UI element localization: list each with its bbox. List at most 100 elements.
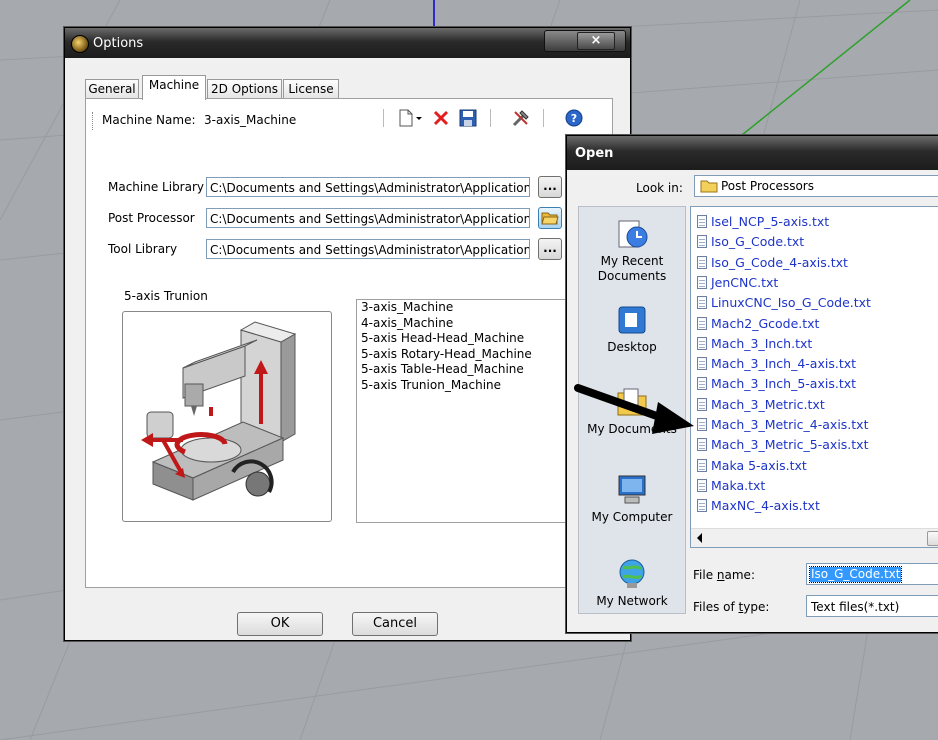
- machine-library-browse-button[interactable]: ...: [538, 176, 562, 198]
- options-client-area: General Machine 2D Options License Machi…: [69, 58, 626, 636]
- file-name: Maka 5-axis.txt: [711, 457, 807, 473]
- close-button[interactable]: ×: [577, 32, 615, 50]
- tools-icon[interactable]: [511, 108, 531, 128]
- file-list-item[interactable]: Maka 5-axis.txt: [697, 457, 807, 475]
- post-processor-field[interactable]: C:\Documents and Settings\Administrator\…: [206, 208, 530, 228]
- file-list-item[interactable]: MaxNC_4-axis.txt: [697, 497, 820, 515]
- new-document-icon[interactable]: [396, 108, 416, 128]
- tool-library-field[interactable]: C:\Documents and Settings\Administrator\…: [206, 239, 530, 259]
- place-my-computer[interactable]: My Computer: [579, 473, 685, 525]
- tab-2d-options[interactable]: 2D Options: [207, 79, 282, 99]
- folder-icon: [700, 180, 718, 193]
- text-file-icon: [697, 499, 707, 513]
- text-file-icon: [697, 357, 707, 371]
- list-item[interactable]: 5-axis Head-Head_Machine: [357, 331, 587, 347]
- look-in-value: Post Processors: [721, 179, 814, 193]
- file-list-item[interactable]: LinuxCNC_Iso_G_Code.txt: [697, 294, 871, 312]
- file-list-item[interactable]: Mach_3_Metric_4-axis.txt: [697, 416, 868, 434]
- file-list-item[interactable]: Mach_3_Metric.txt: [697, 396, 825, 414]
- toolbar-separator: [490, 109, 491, 127]
- cancel-button[interactable]: Cancel: [352, 612, 438, 636]
- file-list-item[interactable]: Mach2_Gcode.txt: [697, 315, 819, 333]
- file-name: Mach_3_Inch.txt: [711, 335, 813, 351]
- open-titlebar[interactable]: Open: [567, 136, 938, 170]
- file-name: Mach_3_Inch_5-axis.txt: [711, 376, 857, 392]
- file-name-value: Iso_G_Code.txt: [808, 566, 903, 583]
- place-label: My Recent Documents: [597, 254, 667, 283]
- machine-library-label: Machine Library: [108, 180, 205, 194]
- file-name: Mach2_Gcode.txt: [711, 315, 820, 331]
- file-name: Iso_G_Code_4-axis.txt: [711, 254, 848, 270]
- file-name: Mach_3_Metric.txt: [711, 396, 825, 412]
- file-name-label: File name:: [693, 568, 755, 582]
- file-list-item[interactable]: Mach_3_Inch.txt: [697, 335, 812, 353]
- text-file-icon: [697, 458, 707, 472]
- list-item[interactable]: 5-axis Table-Head_Machine: [357, 362, 587, 378]
- text-file-icon: [697, 336, 707, 350]
- list-item[interactable]: 5-axis Trunion_Machine: [357, 378, 587, 394]
- desktop-icon: [618, 306, 646, 334]
- file-name: JenCNC.txt: [711, 274, 779, 290]
- list-item[interactable]: 3-axis_Machine: [357, 300, 587, 316]
- machine-preview-image: [122, 311, 332, 522]
- svg-text:?: ?: [571, 112, 577, 125]
- tool-library-browse-button[interactable]: ...: [538, 238, 562, 260]
- file-name: Maka.txt: [711, 477, 766, 493]
- preview-caption: 5-axis Trunion: [124, 289, 208, 303]
- file-list[interactable]: Isel_NCP_5-axis.txt Iso_G_Code.txt Iso_G_C…: [690, 206, 938, 548]
- files-of-type-label: Files of type:: [693, 600, 770, 614]
- machine-tab-panel: Machine Name: 3-axis_Machine ? Machine L…: [85, 98, 613, 588]
- tab-machine[interactable]: Machine: [142, 75, 206, 100]
- network-globe-icon: [619, 559, 645, 588]
- file-name-input[interactable]: Iso_G_Code.txt: [806, 563, 938, 585]
- file-name: Isel_NCP_5-axis.txt: [711, 214, 830, 229]
- close-button-frame: ×: [544, 30, 626, 52]
- scroll-left-arrow-icon[interactable]: [697, 533, 702, 543]
- machine-list[interactable]: 3-axis_Machine 4-axis_Machine 5-axis Hea…: [356, 299, 588, 523]
- list-item[interactable]: 4-axis_Machine: [357, 316, 587, 332]
- file-list-item[interactable]: Isel_NCP_5-axis.txt: [697, 213, 829, 231]
- file-name: Mach_3_Metric_4-axis.txt: [711, 417, 869, 432]
- file-list-item[interactable]: JenCNC.txt: [697, 274, 778, 292]
- list-item[interactable]: 5-axis Rotary-Head_Machine: [357, 347, 587, 363]
- text-file-icon: [697, 255, 707, 269]
- file-name: LinuxCNC_Iso_G_Code.txt: [711, 295, 871, 311]
- post-processor-browse-button[interactable]: [538, 207, 562, 229]
- file-list-item[interactable]: Iso_G_Code.txt: [697, 233, 804, 251]
- x-axis-line: [741, 0, 911, 136]
- file-list-item[interactable]: Mach_3_Inch_5-axis.txt: [697, 375, 856, 393]
- place-my-network[interactable]: My Network: [579, 557, 685, 609]
- files-of-type-dropdown[interactable]: Text files(*.txt): [806, 595, 938, 617]
- delete-icon[interactable]: [431, 108, 451, 128]
- files-of-type-value: Text files(*.txt): [811, 600, 900, 614]
- dropdown-arrow-icon[interactable]: [414, 108, 424, 128]
- ok-button[interactable]: OK: [237, 612, 323, 636]
- tab-general[interactable]: General: [85, 79, 139, 99]
- machine-library-field[interactable]: C:\Documents and Settings\Administrator\…: [206, 177, 530, 197]
- horizontal-scrollbar[interactable]: [691, 528, 938, 547]
- file-list-item[interactable]: Mach_3_Inch_4-axis.txt: [697, 355, 856, 373]
- options-titlebar[interactable]: Options ×: [65, 28, 630, 58]
- trunion-machine-illustration: [141, 321, 297, 501]
- look-in-dropdown[interactable]: Post Processors: [694, 175, 938, 197]
- toolbar-separator: [543, 109, 544, 127]
- help-icon[interactable]: ?: [564, 108, 584, 128]
- place-desktop[interactable]: Desktop: [579, 303, 685, 355]
- tab-license[interactable]: License: [283, 79, 339, 99]
- scroll-thumb[interactable]: [927, 531, 938, 546]
- machine-name-value: 3-axis_Machine: [204, 113, 297, 127]
- file-name: Mach_3_Inch_4-axis.txt: [711, 356, 857, 372]
- file-name: MaxNC_4-axis.txt: [711, 498, 820, 514]
- tool-library-label: Tool Library: [108, 242, 178, 256]
- file-list-item[interactable]: Iso_G_Code_4-axis.txt: [697, 254, 848, 272]
- machine-name-label: Machine Name:: [102, 113, 196, 127]
- place-label: My Network: [596, 594, 668, 608]
- annotation-arrow-icon: [574, 384, 694, 434]
- options-title: Options: [93, 36, 144, 51]
- look-in-label: Look in:: [636, 181, 683, 195]
- open-title: Open: [575, 146, 614, 161]
- file-list-item[interactable]: Mach_3_Metric_5-axis.txt: [697, 436, 868, 454]
- file-list-item[interactable]: Maka.txt: [697, 477, 765, 495]
- place-my-recent-documents[interactable]: My Recent Documents: [579, 217, 685, 284]
- save-icon[interactable]: [458, 108, 478, 128]
